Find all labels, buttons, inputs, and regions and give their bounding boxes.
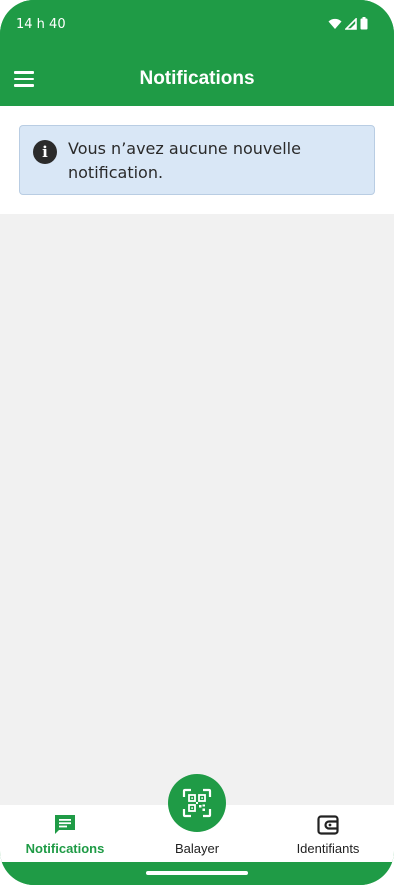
nav-item-notifications[interactable]: Notifications [10,805,120,862]
battery-icon [360,17,368,30]
info-alert: i Vous n’avez aucune nouvelle notificati… [19,125,375,195]
page-title: Notifications [139,68,255,89]
nav-label-identifiers: Identifiants [296,841,360,856]
notice-panel: i Vous n’avez aucune nouvelle notificati… [0,106,394,214]
home-indicator[interactable] [146,871,248,875]
gesture-bar [0,862,394,885]
nav-label-scan: Balayer [174,841,220,856]
status-icons [328,17,368,30]
app-bar: Notifications [0,52,394,106]
info-alert-message: Vous n’avez aucune nouvelle notification… [68,139,301,182]
phone-screen: 14 h 40 Notifications i Vous n’avez aucu… [0,0,394,885]
main-content: i Vous n’avez aucune nouvelle notificati… [0,106,394,805]
signal-icon [345,17,357,30]
nav-label-notifications: Notifications [25,841,105,856]
wallet-icon [317,815,339,835]
info-icon: i [33,140,57,164]
status-time: 14 h 40 [16,17,66,32]
scan-button[interactable] [168,774,226,832]
qr-scan-icon [182,788,212,818]
wifi-icon [328,18,342,29]
nav-item-identifiers[interactable]: Identifiants [272,805,384,862]
status-bar: 14 h 40 [0,0,394,52]
message-icon [55,815,75,834]
